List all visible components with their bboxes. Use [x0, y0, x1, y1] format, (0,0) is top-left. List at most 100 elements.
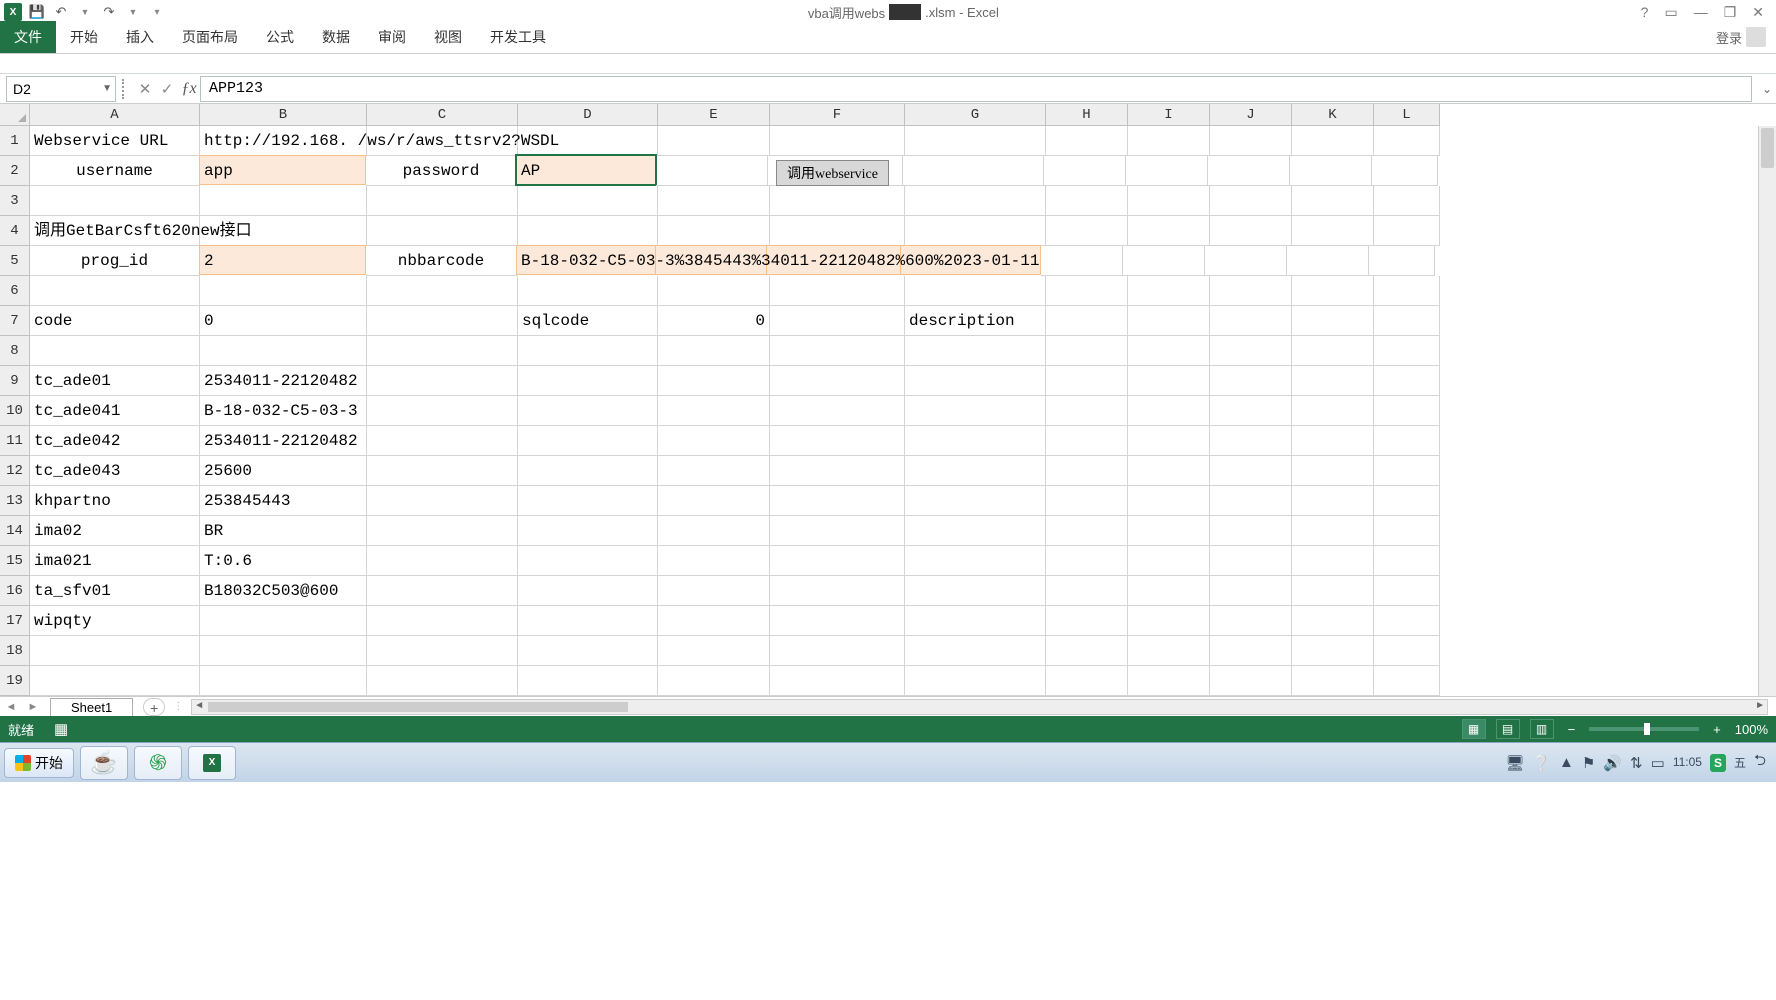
cell-C15[interactable]	[367, 546, 518, 576]
cell-H4[interactable]	[1046, 216, 1128, 246]
row-header-2[interactable]: 2	[0, 156, 30, 186]
cell-I1[interactable]	[1128, 126, 1210, 156]
cell-L16[interactable]	[1374, 576, 1440, 606]
task-item-app[interactable]: ֍	[134, 746, 182, 780]
cell-I12[interactable]	[1128, 456, 1210, 486]
cell-H8[interactable]	[1046, 336, 1128, 366]
cell-G3[interactable]	[905, 186, 1046, 216]
cell-C6[interactable]	[367, 276, 518, 306]
cell-K17[interactable]	[1292, 606, 1374, 636]
restore-icon[interactable]: ❐	[1724, 4, 1737, 21]
cell-I8[interactable]	[1128, 336, 1210, 366]
cell-H13[interactable]	[1046, 486, 1128, 516]
minimize-icon[interactable]: —	[1694, 4, 1708, 21]
cell-A14[interactable]: ima02	[30, 516, 200, 546]
cell-I13[interactable]	[1128, 486, 1210, 516]
cell-K15[interactable]	[1292, 546, 1374, 576]
cell-H10[interactable]	[1046, 396, 1128, 426]
cell-D4[interactable]	[518, 216, 658, 246]
row-header-9[interactable]: 9	[0, 366, 30, 396]
cell-A1[interactable]: Webservice URL	[30, 126, 200, 156]
cell-L11[interactable]	[1374, 426, 1440, 456]
col-header-L[interactable]: L	[1374, 104, 1440, 126]
cell-A5[interactable]: prog_id	[30, 246, 200, 276]
cell-K6[interactable]	[1292, 276, 1374, 306]
cell-A12[interactable]: tc_ade043	[30, 456, 200, 486]
cell-A2[interactable]: username	[30, 156, 200, 186]
cell-A19[interactable]	[30, 666, 200, 696]
tray-desktop-icon[interactable]: 🖥	[1505, 754, 1524, 772]
start-button[interactable]: 开始	[4, 748, 74, 778]
cell-L10[interactable]	[1374, 396, 1440, 426]
cell-D6[interactable]	[518, 276, 658, 306]
tab-view[interactable]: 视图	[420, 21, 476, 53]
cell-I15[interactable]	[1128, 546, 1210, 576]
view-pagelayout-icon[interactable]: ▤	[1496, 719, 1520, 739]
zoom-in-button[interactable]: +	[1709, 722, 1725, 737]
cell-J10[interactable]	[1210, 396, 1292, 426]
macro-record-icon[interactable]: ▦	[54, 720, 68, 738]
cell-B14[interactable]: BR	[200, 516, 367, 546]
cell-E14[interactable]	[658, 516, 770, 546]
cell-D10[interactable]	[518, 396, 658, 426]
cell-E2[interactable]	[656, 156, 768, 186]
cell-K10[interactable]	[1292, 396, 1374, 426]
cell-I18[interactable]	[1128, 636, 1210, 666]
cell-I5[interactable]	[1123, 246, 1205, 276]
cell-I10[interactable]	[1128, 396, 1210, 426]
view-normal-icon[interactable]: ▦	[1462, 719, 1486, 739]
row-header-3[interactable]: 3	[0, 186, 30, 216]
cell-C16[interactable]	[367, 576, 518, 606]
name-box[interactable]: D2 ▼	[6, 76, 116, 102]
cell-L8[interactable]	[1374, 336, 1440, 366]
cell-E1[interactable]	[658, 126, 770, 156]
cell-I6[interactable]	[1128, 276, 1210, 306]
row-header-19[interactable]: 19	[0, 666, 30, 696]
cell-C13[interactable]	[367, 486, 518, 516]
cell-E10[interactable]	[658, 396, 770, 426]
cell-A4[interactable]: 调用GetBarCsft620new接口	[30, 216, 200, 246]
cell-H2[interactable]	[1044, 156, 1126, 186]
cell-A9[interactable]: tc_ade01	[30, 366, 200, 396]
cell-G7[interactable]: description	[905, 306, 1046, 336]
cell-A6[interactable]	[30, 276, 200, 306]
row-header-10[interactable]: 10	[0, 396, 30, 426]
cell-H5[interactable]	[1041, 246, 1123, 276]
cell-E4[interactable]	[658, 216, 770, 246]
cell-G18[interactable]	[905, 636, 1046, 666]
cell-B7[interactable]: 0	[200, 306, 367, 336]
cell-J6[interactable]	[1210, 276, 1292, 306]
formula-input[interactable]: APP123	[200, 76, 1752, 102]
row-header-5[interactable]: 5	[0, 246, 30, 276]
cell-A18[interactable]	[30, 636, 200, 666]
cell-E11[interactable]	[658, 426, 770, 456]
cell-E6[interactable]	[658, 276, 770, 306]
cell-A13[interactable]: khpartno	[30, 486, 200, 516]
col-header-K[interactable]: K	[1292, 104, 1374, 126]
select-all-button[interactable]	[0, 104, 30, 126]
cell-E12[interactable]	[658, 456, 770, 486]
cell-J7[interactable]	[1210, 306, 1292, 336]
cell-J12[interactable]	[1210, 456, 1292, 486]
cell-K9[interactable]	[1292, 366, 1374, 396]
row-header-1[interactable]: 1	[0, 126, 30, 156]
cell-K16[interactable]	[1292, 576, 1374, 606]
cell-F12[interactable]	[770, 456, 905, 486]
cell-H15[interactable]	[1046, 546, 1128, 576]
cell-K5[interactable]	[1287, 246, 1369, 276]
cell-E8[interactable]	[658, 336, 770, 366]
task-item-excel[interactable]: X	[188, 746, 236, 780]
cell-K2[interactable]	[1290, 156, 1372, 186]
call-webservice-button[interactable]: 调用webservice	[776, 160, 889, 186]
cell-G14[interactable]	[905, 516, 1046, 546]
cell-J9[interactable]	[1210, 366, 1292, 396]
tray-clock[interactable]: 11:05	[1673, 756, 1702, 769]
cell-K11[interactable]	[1292, 426, 1374, 456]
cell-B3[interactable]	[200, 186, 367, 216]
tray-ime-s-icon[interactable]: S	[1710, 754, 1726, 772]
cell-D7[interactable]: sqlcode	[518, 306, 658, 336]
task-item-java[interactable]: ☕	[80, 746, 128, 780]
cell-F3[interactable]	[770, 186, 905, 216]
cell-L15[interactable]	[1374, 546, 1440, 576]
col-header-E[interactable]: E	[658, 104, 770, 126]
